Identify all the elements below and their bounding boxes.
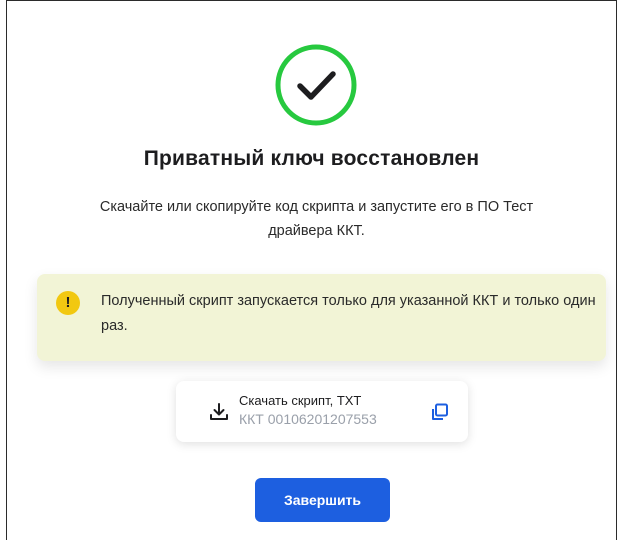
- dialog-title: Приватный ключ восстановлен: [143, 147, 480, 170]
- dialog: Приватный ключ восстановлен Скачайте или…: [6, 0, 617, 540]
- exclamation-icon: !: [56, 291, 80, 315]
- download-title[interactable]: Скачать скрипт, TXT: [239, 393, 361, 408]
- copy-icon[interactable]: [430, 402, 450, 422]
- dialog-subtitle: Скачайте или скопируйте код скрипта и за…: [99, 199, 534, 239]
- download-script-card[interactable]: Скачать скрипт, TXT ККТ 00106201207553: [176, 381, 468, 442]
- warning-alert: ! Полученный скрипт запускается только д…: [37, 274, 606, 361]
- check-circle-icon: [275, 44, 357, 126]
- alert-text: Полученный скрипт запускается только для…: [101, 293, 596, 334]
- download-icon[interactable]: [209, 402, 229, 422]
- kkt-number: ККТ 00106201207553: [239, 411, 377, 427]
- finish-button[interactable]: Завершить: [255, 478, 390, 522]
